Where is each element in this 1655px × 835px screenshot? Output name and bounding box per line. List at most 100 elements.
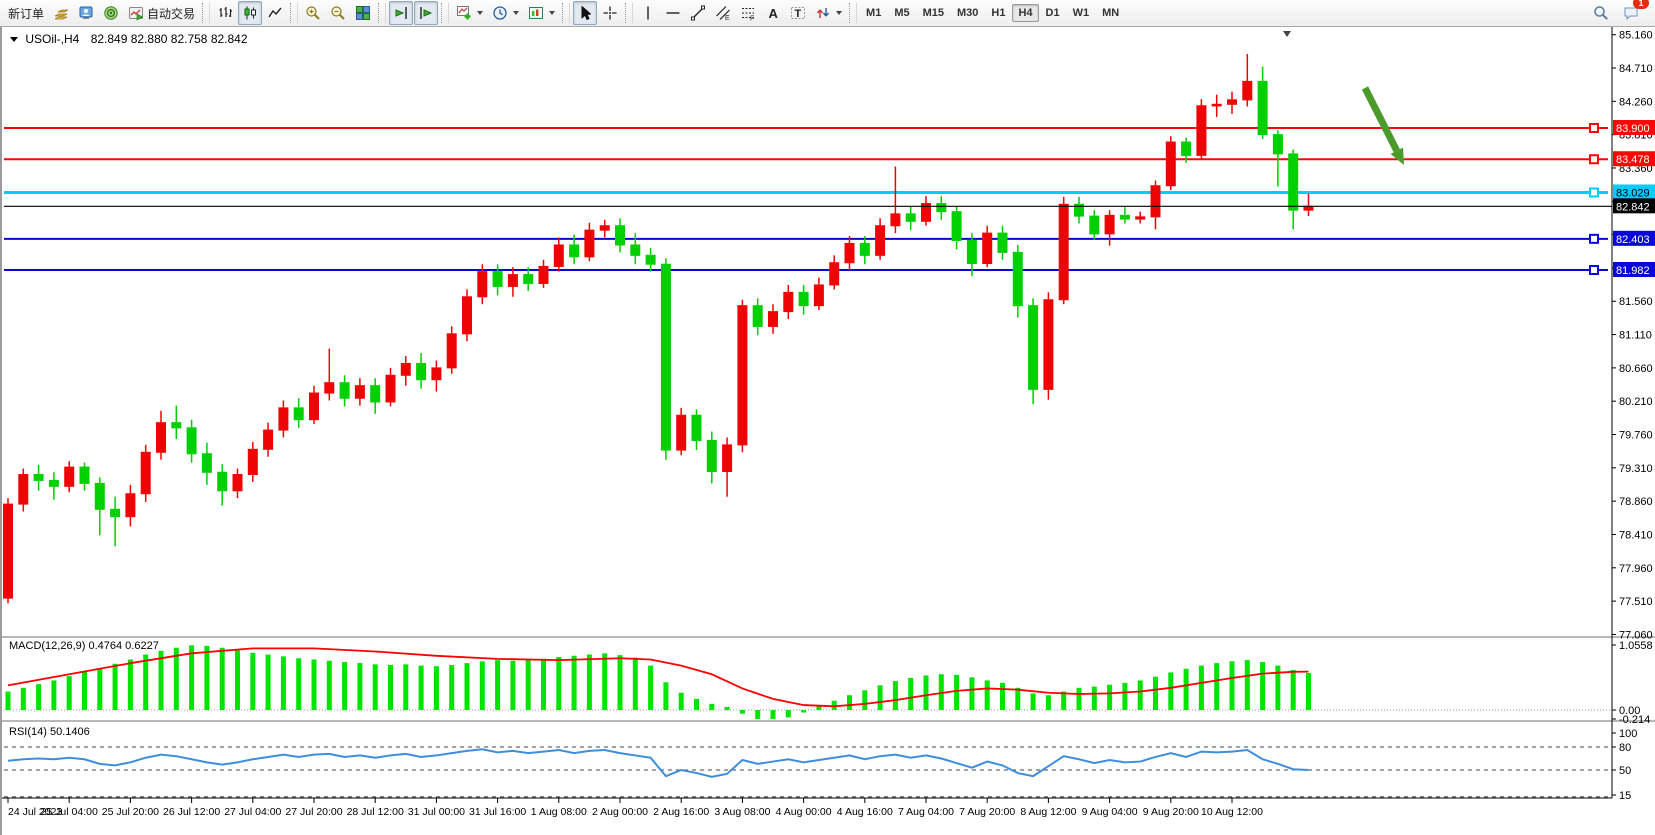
signals-button[interactable] bbox=[99, 1, 123, 25]
candle bbox=[4, 504, 13, 598]
timeframe-h1-button[interactable]: H1 bbox=[985, 4, 1011, 22]
text-a-button[interactable]: A bbox=[761, 1, 785, 25]
toolbar-group: 新订单 自动交易 bbox=[4, 1, 199, 25]
rsi-axis-label: 80 bbox=[1619, 742, 1631, 754]
level-handle[interactable] bbox=[1590, 124, 1598, 132]
timeframe-m15-button[interactable]: M15 bbox=[917, 4, 950, 22]
shapes-button[interactable] bbox=[811, 1, 846, 25]
candle bbox=[1059, 204, 1068, 300]
candle bbox=[600, 226, 609, 230]
trading-app-window: 新订单 自动交易 EFAT M1M5M15M30H1H4D1W1MN 1 85.1608… bbox=[0, 0, 1655, 835]
dropdown-caret-icon[interactable] bbox=[549, 11, 555, 15]
candle bbox=[111, 509, 120, 516]
timeframe-w1-button[interactable]: W1 bbox=[1067, 4, 1096, 22]
time-axis-label: 9 Aug 04:00 bbox=[1082, 806, 1138, 818]
period-clock-button[interactable] bbox=[488, 1, 523, 25]
channel-button[interactable]: E bbox=[711, 1, 735, 25]
candle bbox=[1258, 81, 1267, 134]
chart-shift-button[interactable] bbox=[414, 1, 438, 25]
time-axis-label: 2 Aug 16:00 bbox=[653, 806, 709, 818]
timeframe-m5-button[interactable]: M5 bbox=[888, 4, 915, 22]
candle bbox=[1090, 216, 1099, 234]
timeframe-m1-button[interactable]: M1 bbox=[860, 4, 887, 22]
dropdown-caret-icon[interactable] bbox=[477, 11, 483, 15]
toolbar-separator bbox=[625, 3, 633, 23]
time-axis-label: 26 Jul 12:00 bbox=[163, 806, 220, 818]
timeframe-m30-button[interactable]: M30 bbox=[951, 4, 984, 22]
fibo-icon: F bbox=[740, 5, 756, 21]
price-tag-label: 81.982 bbox=[1616, 265, 1650, 277]
candle bbox=[463, 297, 472, 334]
time-axis-label: 25 Jul 20:00 bbox=[102, 806, 159, 818]
time-axis-label: 31 Jul 16:00 bbox=[469, 806, 526, 818]
hline-button[interactable] bbox=[661, 1, 685, 25]
candle bbox=[983, 233, 992, 263]
level-handle[interactable] bbox=[1590, 235, 1598, 243]
price-axis-label: 80.210 bbox=[1619, 396, 1653, 408]
timeframe-mn-button[interactable]: MN bbox=[1096, 4, 1125, 22]
panel-splitter[interactable] bbox=[2, 720, 1655, 722]
svg-text:T: T bbox=[795, 8, 802, 20]
price-chart-canvas[interactable]: 85.16084.71084.26083.81083.36082.91082.4… bbox=[2, 27, 1655, 835]
level-handle[interactable] bbox=[1590, 266, 1598, 274]
toolbar-separator bbox=[441, 3, 449, 23]
fibo-button[interactable]: F bbox=[736, 1, 760, 25]
line-chart-button[interactable] bbox=[263, 1, 287, 25]
new-order-button[interactable]: 新订单 bbox=[4, 1, 48, 25]
price-axis-label: 84.710 bbox=[1619, 63, 1653, 75]
gold-bars-button[interactable] bbox=[49, 1, 73, 25]
candle bbox=[707, 440, 716, 471]
cursor-button[interactable] bbox=[573, 1, 597, 25]
candle bbox=[432, 368, 441, 380]
line-chart-icon bbox=[267, 5, 283, 21]
trend-arrow-annotation[interactable] bbox=[1365, 88, 1397, 151]
candle bbox=[830, 263, 839, 285]
candle bbox=[1013, 252, 1022, 305]
candle bbox=[49, 480, 58, 486]
zoom-in-button[interactable] bbox=[301, 1, 325, 25]
chart-area[interactable]: 85.16084.71084.26083.81083.36082.91082.4… bbox=[0, 27, 1655, 835]
candle bbox=[1136, 217, 1145, 219]
text-label-button[interactable]: T bbox=[786, 1, 810, 25]
macd-axis-label: -0.214 bbox=[1619, 714, 1650, 726]
dropdown-caret-icon[interactable] bbox=[836, 11, 842, 15]
toolbar-separator bbox=[849, 3, 857, 23]
vline-button[interactable] bbox=[636, 1, 660, 25]
auto-scroll-button[interactable] bbox=[389, 1, 413, 25]
template-icon bbox=[528, 5, 544, 21]
dropdown-caret-icon[interactable] bbox=[513, 11, 519, 15]
price-axis-label: 78.860 bbox=[1619, 496, 1653, 508]
candle bbox=[157, 423, 166, 453]
autotrade-label: 自动交易 bbox=[147, 5, 195, 22]
candle bbox=[631, 245, 640, 255]
candle bbox=[141, 452, 150, 493]
candle bbox=[799, 292, 808, 305]
trendline-button[interactable] bbox=[686, 1, 710, 25]
search-button[interactable] bbox=[1589, 1, 1613, 25]
timeframe-d1-button[interactable]: D1 bbox=[1040, 4, 1066, 22]
candle bbox=[493, 272, 502, 287]
timeframe-toolbar: M1M5M15M30H1H4D1W1MN bbox=[860, 4, 1125, 22]
candle-chart-button[interactable] bbox=[238, 1, 262, 25]
candle bbox=[585, 230, 594, 257]
add-indicator-button[interactable] bbox=[452, 1, 487, 25]
level-handle[interactable] bbox=[1590, 155, 1598, 163]
toolbar-separator bbox=[202, 3, 210, 23]
candle bbox=[952, 212, 961, 241]
profile-button[interactable] bbox=[74, 1, 98, 25]
crosshair-button[interactable] bbox=[598, 1, 622, 25]
notifications-button[interactable]: 1 bbox=[1619, 1, 1643, 25]
bar-chart-button[interactable] bbox=[213, 1, 237, 25]
timeframe-h4-button[interactable]: H4 bbox=[1012, 4, 1038, 22]
autotrade-button[interactable]: 自动交易 bbox=[124, 1, 199, 25]
cursor-icon bbox=[577, 5, 593, 21]
level-handle[interactable] bbox=[1590, 188, 1598, 196]
template-button[interactable] bbox=[524, 1, 559, 25]
zoom-out-button[interactable] bbox=[326, 1, 350, 25]
period-clock-icon bbox=[492, 5, 508, 21]
tile-windows-button[interactable] bbox=[351, 1, 375, 25]
time-axis-label: 31 Jul 00:00 bbox=[408, 806, 465, 818]
panel-splitter[interactable] bbox=[2, 636, 1655, 638]
toolbar-separator bbox=[562, 3, 570, 23]
candle bbox=[891, 214, 900, 226]
